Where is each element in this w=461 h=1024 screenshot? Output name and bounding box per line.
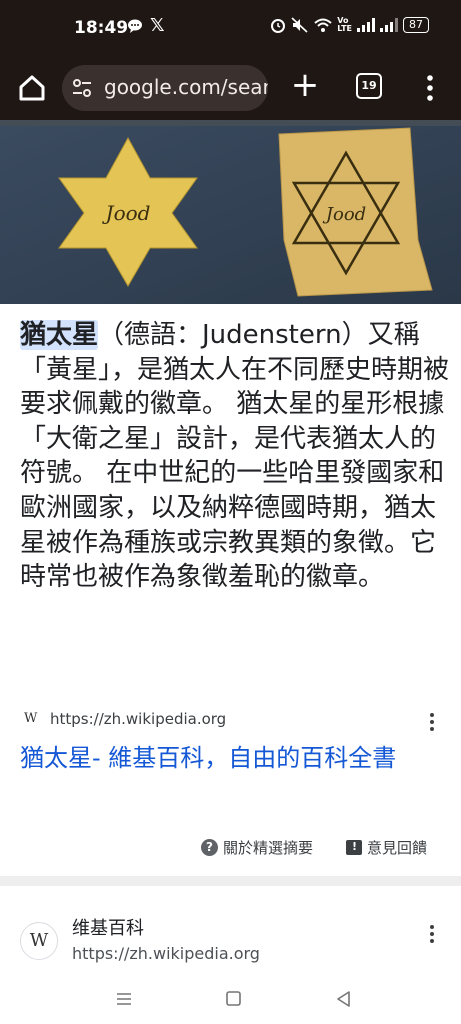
- svg-text:Jood: Jood: [102, 201, 151, 225]
- mute-icon: [291, 17, 308, 33]
- system-status-icons: Vo LTE 87: [270, 17, 429, 33]
- more-menu-icon[interactable]: [420, 70, 440, 106]
- featured-snippet-text: 猶太星（德語：Judenstern）又稱「黃星」，是猶太人在不同歷史時期被要求佩…: [20, 318, 450, 595]
- tab-switcher-button[interactable]: 19: [356, 73, 382, 99]
- source-row: W https://zh.wikipedia.org: [20, 706, 440, 736]
- result-link-title[interactable]: 猶太星- 維基百科，自由的百科全書: [20, 740, 440, 776]
- result-url[interactable]: https://zh.wikipedia.org: [72, 944, 260, 963]
- wikipedia-favicon-icon: W: [20, 922, 58, 960]
- signal-icon: [380, 18, 398, 32]
- x-logo-icon: 𝕏: [150, 15, 165, 36]
- home-icon[interactable]: [12, 68, 52, 108]
- wikipedia-icon: W: [24, 711, 38, 726]
- feedback-icon: [346, 840, 362, 855]
- status-time: 18:49: [74, 18, 129, 38]
- featured-image[interactable]: Jood Jood: [0, 120, 461, 304]
- section-divider: [0, 876, 461, 886]
- help-icon: ?: [201, 839, 218, 856]
- battery-icon: 87: [403, 17, 429, 33]
- yellow-star-patch-2: Jood: [278, 127, 433, 297]
- feedback-label: 意見回饋: [367, 839, 428, 857]
- chat-bubble-icon: [127, 18, 143, 38]
- result-more-icon[interactable]: [429, 924, 435, 944]
- url-text[interactable]: google.com/sear: [104, 75, 268, 99]
- search-result[interactable]: W 维基百科 https://zh.wikipedia.org: [0, 886, 461, 976]
- snippet-body: （德語：Judenstern）又稱「黃星」，是猶太人在不同歷史時期被要求佩戴的徽…: [20, 320, 450, 593]
- svg-text:Jood: Jood: [322, 204, 366, 225]
- wifi-icon: [314, 18, 332, 32]
- source-more-icon[interactable]: [429, 712, 435, 732]
- about-snippets-button[interactable]: ? 關於精選摘要: [201, 837, 313, 858]
- back-icon[interactable]: [328, 984, 358, 1014]
- about-label: 關於精選摘要: [223, 839, 314, 857]
- result-site-name[interactable]: 维基百科: [72, 914, 144, 940]
- system-nav-bar: [0, 976, 461, 1024]
- status-bar: 18:49 𝕏 Vo LTE 87: [0, 0, 461, 58]
- site-settings-icon[interactable]: [72, 79, 92, 97]
- highlighted-term: 猶太星: [20, 320, 99, 350]
- address-bar[interactable]: google.com/sear: [62, 65, 268, 111]
- feedback-button[interactable]: 意見回饋: [346, 837, 427, 858]
- snippet-footer: ? 關於精選摘要 意見回饋: [0, 834, 461, 862]
- browser-toolbar: google.com/sear + 19: [0, 58, 461, 120]
- source-url[interactable]: https://zh.wikipedia.org: [50, 710, 226, 728]
- new-tab-icon[interactable]: +: [287, 67, 323, 103]
- alarm-icon: [271, 19, 286, 33]
- recents-icon[interactable]: [109, 984, 139, 1014]
- volte-icon: Vo LTE: [337, 16, 352, 33]
- signal-icon: [357, 18, 375, 32]
- home-nav-icon[interactable]: [218, 984, 248, 1014]
